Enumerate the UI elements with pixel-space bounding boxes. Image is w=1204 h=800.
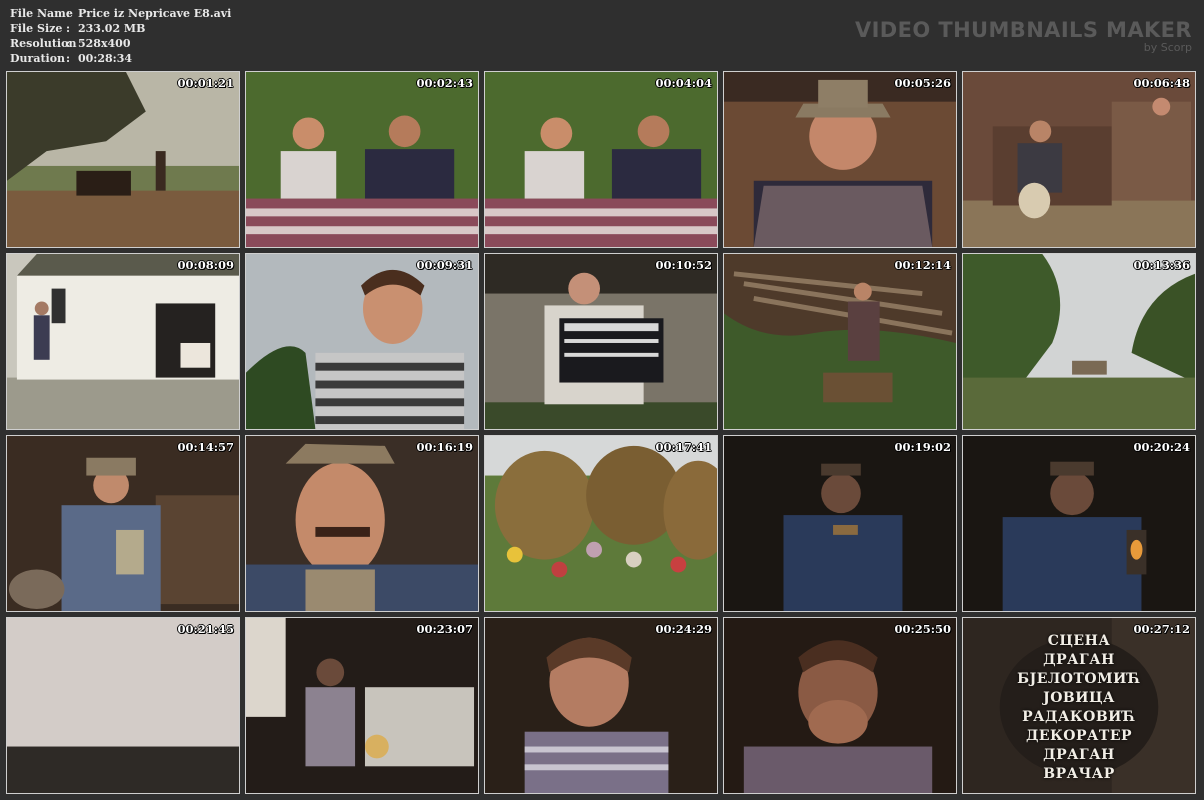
credits-overlay: СЦЕНА ДРАГАН БЈЕЛОТОМИЋ ЈОВИЦА РАДАКОВИЋ… — [963, 632, 1195, 784]
timestamp: 00:01:21 — [177, 76, 234, 90]
file-size-value: 233.02 MB — [78, 22, 146, 35]
thumbnail-14[interactable]: 00:19:02 — [723, 435, 957, 612]
file-name-label: File Name — [10, 7, 73, 20]
timestamp: 00:02:43 — [416, 76, 473, 90]
thumbnail-grid: 00:01:21 00:02:43 00:04:04 00:05:26 00:0… — [6, 71, 1199, 795]
thumbnail-2[interactable]: 00:02:43 — [245, 71, 479, 248]
thumbnail-image — [246, 618, 478, 793]
thumbnail-18[interactable]: 00:24:29 — [484, 617, 718, 794]
timestamp: 00:06:48 — [1133, 76, 1190, 90]
file-name-value: Price iz Nepricave E8.avi — [78, 7, 232, 20]
thumbnail-3[interactable]: 00:04:04 — [484, 71, 718, 248]
thumbnail-image — [724, 72, 956, 247]
thumbnail-image — [724, 254, 956, 429]
timestamp: 00:24:29 — [655, 622, 712, 636]
thumbnail-image — [246, 436, 478, 611]
thumbnail-7[interactable]: 00:09:31 — [245, 253, 479, 430]
credits-line: БЈЕЛОТОМИЋ — [1017, 671, 1141, 687]
thumbnail-20[interactable]: СЦЕНА ДРАГАН БЈЕЛОТОМИЋ ЈОВИЦА РАДАКОВИЋ… — [962, 617, 1196, 794]
brand-watermark: VIDEO THUMBNAILS MAKER by Scorp — [855, 18, 1192, 54]
resolution-row: Resolution : 528x400 — [10, 36, 231, 51]
thumbnail-image — [7, 254, 239, 429]
resolution-label: Resolution — [10, 37, 77, 50]
file-size-row: File Size : 233.02 MB — [10, 21, 231, 36]
timestamp: 00:20:24 — [1133, 440, 1190, 454]
separator: : — [66, 37, 71, 50]
thumbnail-image — [485, 436, 717, 611]
timestamp: 00:12:14 — [894, 258, 951, 272]
thumbnail-19[interactable]: 00:25:50 — [723, 617, 957, 794]
resolution-value: 528x400 — [78, 37, 131, 50]
timestamp: 00:10:52 — [655, 258, 712, 272]
thumbnail-9[interactable]: 00:12:14 — [723, 253, 957, 430]
credits-line: ДРАГАН — [1043, 652, 1115, 668]
thumbnail-10[interactable]: 00:13:36 — [962, 253, 1196, 430]
brand-title: VIDEO THUMBNAILS MAKER — [854, 18, 1192, 42]
thumbnail-image — [724, 436, 956, 611]
thumbnail-6[interactable]: 00:08:09 — [6, 253, 240, 430]
timestamp: 00:27:12 — [1133, 622, 1190, 636]
thumbnail-5[interactable]: 00:06:48 — [962, 71, 1196, 248]
timestamp: 00:19:02 — [894, 440, 951, 454]
thumbnail-11[interactable]: 00:14:57 — [6, 435, 240, 612]
thumbnail-image — [963, 254, 1195, 429]
thumbnail-8[interactable]: 00:10:52 — [484, 253, 718, 430]
thumbnail-image — [7, 436, 239, 611]
timestamp: 00:16:19 — [416, 440, 473, 454]
thumbnail-image — [485, 618, 717, 793]
thumbnail-12[interactable]: 00:16:19 — [245, 435, 479, 612]
credits-line: ЈОВИЦА — [1043, 690, 1115, 706]
thumbnail-image — [485, 72, 717, 247]
credits-line: ДЕКОРАТЕР — [1025, 728, 1133, 744]
file-name-row: File Name : Price iz Nepricave E8.avi — [10, 6, 231, 21]
thumbnail-image — [7, 618, 239, 793]
thumbnail-image — [963, 436, 1195, 611]
file-size-label: File Size — [10, 22, 63, 35]
timestamp: 00:23:07 — [416, 622, 473, 636]
thumbnail-image — [246, 254, 478, 429]
thumbnail-image — [724, 618, 956, 793]
timestamp: 00:04:04 — [655, 76, 712, 90]
thumbnail-image — [246, 72, 478, 247]
timestamp: 00:08:09 — [177, 258, 234, 272]
timestamp: 00:05:26 — [894, 76, 951, 90]
thumbnail-16[interactable]: 00:21:45 — [6, 617, 240, 794]
separator: : — [66, 7, 71, 20]
thumbnail-image — [963, 72, 1195, 247]
thumbnail-1[interactable]: 00:01:21 — [6, 71, 240, 248]
separator: : — [66, 52, 71, 65]
separator: : — [66, 22, 71, 35]
credits-line: РАДАКОВИЋ — [1022, 709, 1136, 725]
thumbnail-15[interactable]: 00:20:24 — [962, 435, 1196, 612]
thumbnail-13[interactable]: 00:17:41 — [484, 435, 718, 612]
timestamp: 00:09:31 — [416, 258, 473, 272]
duration-label: Duration — [10, 52, 66, 65]
thumbnail-4[interactable]: 00:05:26 — [723, 71, 957, 248]
duration-row: Duration : 00:28:34 — [10, 51, 231, 66]
timestamp: 00:25:50 — [894, 622, 951, 636]
credits-line: ВРАЧАР — [1043, 766, 1115, 782]
thumbnail-image — [7, 72, 239, 247]
thumbnail-image — [485, 254, 717, 429]
thumbnail-17[interactable]: 00:23:07 — [245, 617, 479, 794]
brand-byline: by Scorp — [1143, 41, 1192, 54]
file-info-panel: File Name : Price iz Nepricave E8.avi Fi… — [10, 6, 231, 66]
timestamp: 00:21:45 — [177, 622, 234, 636]
timestamp: 00:14:57 — [177, 440, 234, 454]
credits-line: ДРАГАН — [1043, 747, 1115, 763]
timestamp: 00:17:41 — [655, 440, 712, 454]
duration-value: 00:28:34 — [78, 52, 133, 65]
timestamp: 00:13:36 — [1133, 258, 1190, 272]
